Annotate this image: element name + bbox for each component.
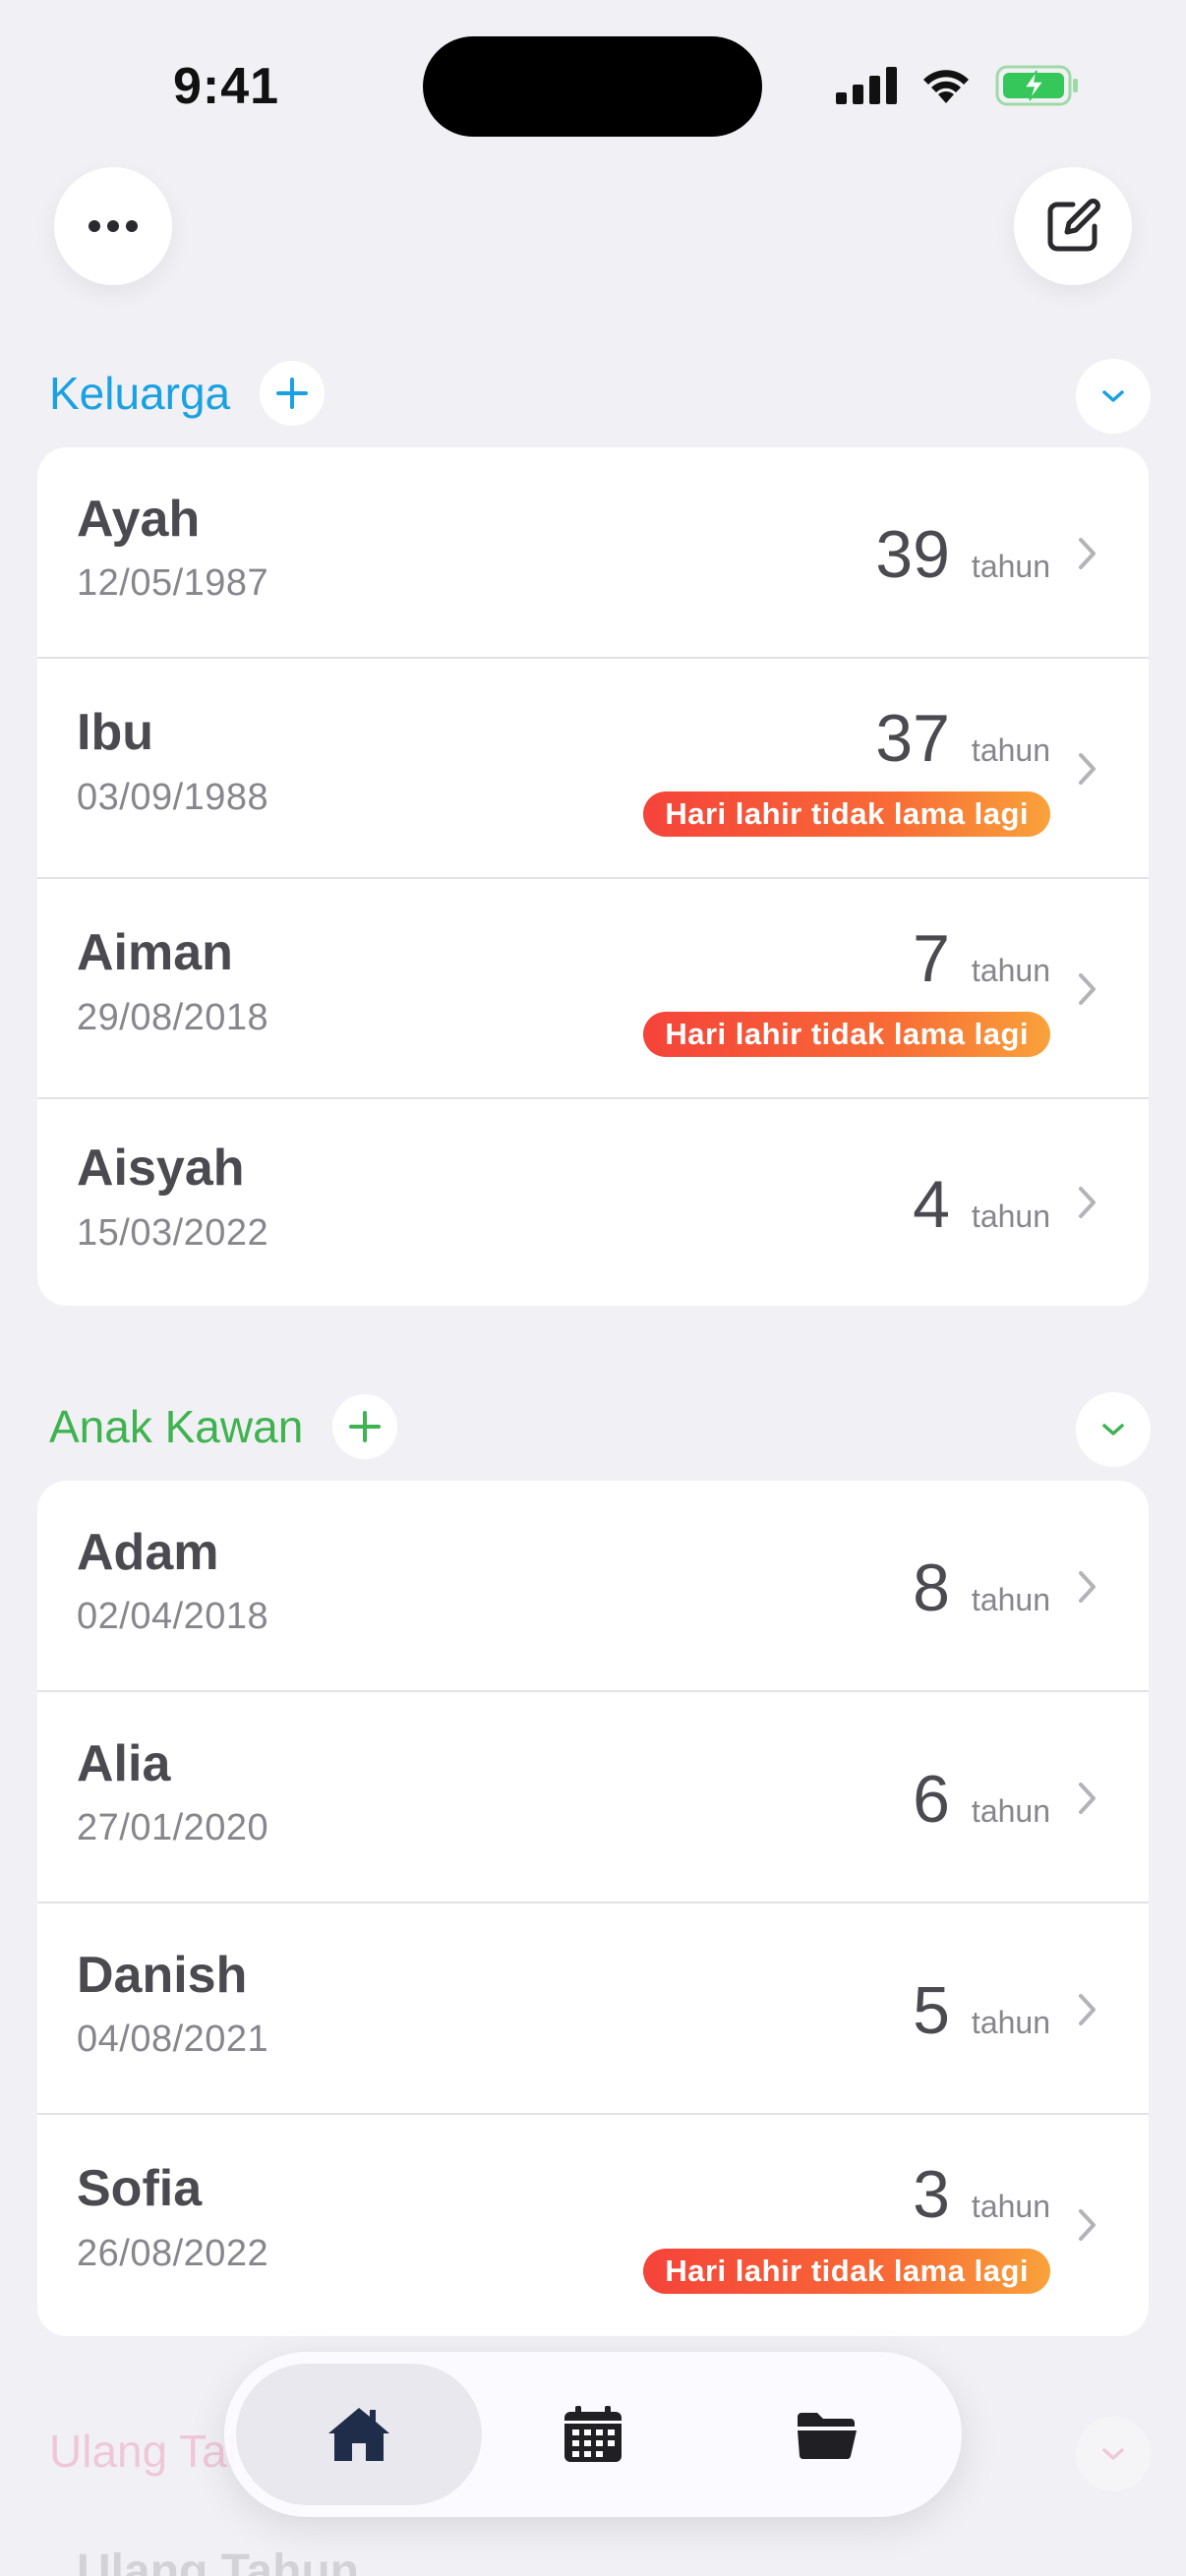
add-keluarga-button[interactable]: [260, 361, 326, 426]
person-name: Aisyah: [77, 1140, 245, 1197]
anak-kawan-list: Adam 02/04/2018 8 tahun Alia 27/01/2020 …: [37, 1481, 1149, 2336]
age-unit: tahun: [971, 1793, 1050, 1829]
age-unit: tahun: [971, 2005, 1050, 2040]
person-name: Aiman: [77, 924, 233, 981]
tab-calendar[interactable]: [470, 2364, 716, 2505]
plus-icon: [276, 378, 309, 409]
chevron-right-icon: [1079, 1571, 1096, 1603]
compose-icon: [1047, 199, 1100, 252]
birth-date: 15/03/2022: [77, 1212, 269, 1254]
wifi-icon: [923, 70, 969, 103]
list-item[interactable]: Aisyah 15/03/2022 4 tahun: [37, 1099, 1149, 1306]
birth-date: 29/08/2018: [77, 997, 269, 1038]
age-value: 37: [875, 701, 950, 776]
age: 3 tahun: [913, 2156, 1050, 2233]
person-name: Ayah: [77, 491, 201, 548]
collapse-ulang-tahun-button[interactable]: [1076, 2417, 1151, 2491]
person-name: Adam: [77, 1524, 219, 1581]
collapse-keluarga-button[interactable]: [1076, 359, 1151, 434]
age-value: 3: [913, 2157, 950, 2232]
birth-date: 02/04/2018: [77, 1596, 269, 1637]
dynamic-island: [423, 36, 762, 137]
person-name: Sofia: [77, 2160, 203, 2217]
add-anak-kawan-button[interactable]: [332, 1394, 398, 1459]
cellular-signal-icon: [836, 67, 897, 104]
chevron-right-icon: [1079, 1994, 1096, 2025]
list-item[interactable]: Adam 02/04/2018 8 tahun: [37, 1481, 1149, 1692]
age-value: 7: [913, 921, 950, 996]
tab-bar: [224, 2352, 962, 2517]
age: 6 tahun: [913, 1761, 1050, 1838]
plus-icon: [349, 1411, 382, 1442]
person-name: Ibu: [77, 704, 153, 761]
age-unit: tahun: [971, 953, 1050, 988]
chevron-right-icon: [1079, 538, 1096, 569]
age-unit: tahun: [971, 732, 1050, 768]
calendar-icon: [564, 2406, 622, 2462]
upcoming-birthday-badge: Hari lahir tidak lama lagi: [643, 791, 1050, 837]
more-button[interactable]: [54, 167, 172, 285]
chevron-down-icon: [1102, 1424, 1124, 1435]
battery-charging-icon: [995, 65, 1078, 106]
list-item[interactable]: Aiman 29/08/2018 7 tahun Hari lahir tida…: [37, 879, 1149, 1099]
list-item[interactable]: Ibu 03/09/1988 37 tahun Hari lahir tidak…: [37, 659, 1149, 879]
tab-home[interactable]: [236, 2364, 482, 2505]
age: 8 tahun: [913, 1550, 1050, 1626]
tab-folder[interactable]: [704, 2364, 950, 2505]
age-unit: tahun: [971, 2189, 1050, 2224]
person-name: Alia: [77, 1735, 171, 1792]
age-unit: tahun: [971, 1199, 1050, 1234]
status-bar: 9:41: [0, 0, 1186, 147]
list-item[interactable]: Danish 04/08/2021 5 tahun: [37, 1903, 1149, 2115]
age-value: 5: [913, 1973, 950, 2048]
age: 37 tahun: [875, 700, 1050, 777]
keluarga-list: Ayah 12/05/1987 39 tahun Ibu 03/09/1988 …: [37, 447, 1149, 1306]
age-unit: tahun: [971, 549, 1050, 584]
age: 7 tahun: [913, 920, 1050, 997]
upcoming-birthday-badge: Hari lahir tidak lama lagi: [643, 1012, 1050, 1057]
age-value: 6: [913, 1762, 950, 1837]
section-title: Keluarga: [49, 368, 231, 419]
birth-date: 12/05/1987: [77, 562, 269, 604]
upcoming-birthday-badge: Hari lahir tidak lama lagi: [643, 2249, 1050, 2294]
chevron-down-icon: [1102, 390, 1124, 402]
section-header-anak-kawan: Anak Kawan: [49, 1392, 1151, 1467]
status-time: 9:41: [173, 58, 280, 115]
chevron-right-icon: [1079, 753, 1096, 785]
house-icon: [328, 2408, 389, 2461]
person-name[interactable]: Ulang Tahun: [77, 2545, 359, 2576]
collapse-anak-kawan-button[interactable]: [1076, 1392, 1151, 1467]
compose-button[interactable]: [1014, 167, 1132, 285]
chevron-right-icon: [1079, 1783, 1096, 1814]
birth-date: 27/01/2020: [77, 1807, 269, 1848]
list-item[interactable]: Alia 27/01/2020 6 tahun: [37, 1692, 1149, 1903]
birth-date: 03/09/1988: [77, 777, 269, 818]
status-icons: [836, 61, 1080, 110]
birth-date: 26/08/2022: [77, 2233, 269, 2274]
age-value: 39: [875, 517, 950, 592]
age-value: 8: [913, 1551, 950, 1625]
age-unit: tahun: [971, 1582, 1050, 1617]
person-name: Danish: [77, 1947, 248, 2004]
list-item[interactable]: Sofia 26/08/2022 3 tahun Hari lahir tida…: [37, 2115, 1149, 2336]
age: 39 tahun: [875, 516, 1050, 593]
folder-icon: [798, 2413, 857, 2460]
ellipsis-icon: [89, 220, 138, 232]
age: 5 tahun: [913, 1972, 1050, 2049]
age: 4 tahun: [913, 1166, 1050, 1243]
chevron-down-icon: [1102, 2448, 1124, 2460]
list-item[interactable]: Ayah 12/05/1987 39 tahun: [37, 447, 1149, 659]
chevron-right-icon: [1079, 2209, 1096, 2241]
section-title: Anak Kawan: [49, 1401, 304, 1452]
chevron-right-icon: [1079, 1187, 1096, 1218]
birth-date: 04/08/2021: [77, 2019, 269, 2060]
age-value: 4: [913, 1167, 950, 1242]
chevron-right-icon: [1079, 973, 1096, 1005]
section-header-keluarga: Keluarga: [49, 359, 1151, 434]
